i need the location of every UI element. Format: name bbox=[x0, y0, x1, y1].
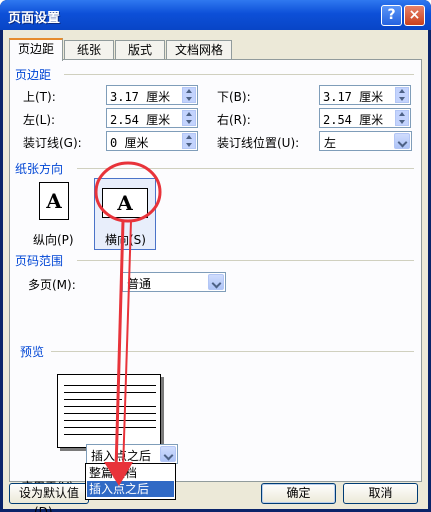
spinner-icon[interactable] bbox=[395, 87, 409, 103]
bottom-margin-input[interactable]: 3.17 厘米 bbox=[319, 85, 411, 105]
chevron-down-icon[interactable] bbox=[208, 274, 224, 290]
divider bbox=[77, 168, 414, 169]
tab-paper[interactable]: 纸张 bbox=[64, 40, 114, 60]
chevron-down-icon[interactable] bbox=[394, 133, 410, 149]
divider bbox=[77, 260, 414, 261]
preview-line bbox=[64, 385, 156, 386]
multi-page-select[interactable]: 普通 bbox=[122, 272, 226, 292]
left-margin-input[interactable]: 2.54 厘米 bbox=[106, 108, 198, 128]
landscape-page-icon: A bbox=[102, 188, 148, 218]
gutter-position-select[interactable]: 左 bbox=[319, 131, 412, 151]
apply-to-select[interactable]: 插入点之后 bbox=[86, 444, 178, 464]
right-margin-input[interactable]: 2.54 厘米 bbox=[319, 108, 411, 128]
landscape-option[interactable]: A 横向(S) bbox=[94, 178, 156, 250]
apply-option-after-insert[interactable]: 插入点之后 bbox=[87, 481, 174, 497]
page-preview bbox=[57, 374, 161, 448]
margins-section-title: 页边距 bbox=[15, 68, 52, 82]
preview-line bbox=[64, 434, 122, 435]
dialog-client: 页边距 纸张 版式 文档网格 页边距 上(T): 3.17 厘米 下(B): 3… bbox=[3, 30, 428, 512]
right-label: 右(R): bbox=[217, 113, 251, 127]
orientation-section-title: 纸张方向 bbox=[15, 162, 64, 176]
gutter-input[interactable]: 0 厘米 bbox=[106, 131, 198, 151]
right-margin-value: 2.54 厘米 bbox=[323, 113, 384, 127]
apply-to-value: 插入点之后 bbox=[91, 449, 152, 463]
gutter-value: 0 厘米 bbox=[110, 136, 149, 150]
divider bbox=[51, 351, 414, 352]
spinner-icon[interactable] bbox=[182, 87, 196, 103]
left-margin-value: 2.54 厘米 bbox=[110, 113, 171, 127]
apply-to-dropdown-list: 整篇文档 插入点之后 bbox=[85, 463, 176, 500]
portrait-page-icon: A bbox=[39, 182, 69, 220]
spinner-icon[interactable] bbox=[182, 110, 196, 126]
chevron-down-icon[interactable] bbox=[160, 446, 176, 462]
bottom-label: 下(B): bbox=[217, 90, 251, 104]
gutter-label: 装订线(G): bbox=[23, 136, 82, 150]
preview-line bbox=[64, 420, 156, 421]
divider bbox=[64, 74, 414, 75]
gutter-pos-label: 装订线位置(U): bbox=[217, 136, 300, 150]
top-margin-input[interactable]: 3.17 厘米 bbox=[106, 85, 198, 105]
cancel-button[interactable]: 取消 bbox=[343, 483, 418, 504]
preview-line bbox=[64, 399, 122, 400]
portrait-option[interactable]: A 纵向(P) bbox=[28, 178, 80, 250]
apply-option-whole-doc[interactable]: 整篇文档 bbox=[87, 465, 174, 481]
gutter-position-value: 左 bbox=[324, 136, 337, 150]
portrait-label: 纵向(P) bbox=[33, 233, 74, 247]
dialog-title: 页面设置 bbox=[8, 11, 61, 26]
tab-margins[interactable]: 页边距 bbox=[9, 38, 63, 61]
tab-layout[interactable]: 版式 bbox=[115, 40, 165, 60]
preview-section-title: 预览 bbox=[20, 345, 45, 359]
tab-doc-grid[interactable]: 文档网格 bbox=[166, 40, 232, 60]
multi-page-value: 普通 bbox=[127, 277, 152, 291]
page-setup-dialog: 页面设置 ? × 页边距 纸张 版式 文档网格 页边距 上(T): 3.17 厘… bbox=[0, 0, 431, 512]
help-button[interactable]: ? bbox=[381, 5, 402, 26]
bottom-margin-value: 3.17 厘米 bbox=[323, 90, 384, 104]
spinner-icon[interactable] bbox=[182, 133, 196, 149]
set-default-button[interactable]: 设为默认值(D)... bbox=[9, 483, 89, 512]
tab-panel: 页边距 上(T): 3.17 厘米 下(B): 3.17 厘米 左(L): 2.… bbox=[9, 59, 422, 494]
close-button[interactable]: × bbox=[404, 5, 425, 26]
preview-line bbox=[64, 413, 156, 414]
top-label: 上(T): bbox=[23, 90, 56, 104]
ok-button[interactable]: 确定 bbox=[261, 483, 336, 504]
preview-line bbox=[64, 392, 156, 393]
landscape-label: 横向(S) bbox=[105, 233, 146, 247]
pages-section-title: 页码范围 bbox=[15, 254, 64, 268]
preview-line bbox=[64, 427, 156, 428]
left-label: 左(L): bbox=[23, 113, 56, 127]
multi-page-label: 多页(M): bbox=[28, 278, 76, 292]
preview-line bbox=[64, 406, 156, 407]
top-margin-value: 3.17 厘米 bbox=[110, 90, 171, 104]
title-bar: 页面设置 ? × bbox=[0, 0, 431, 30]
spinner-icon[interactable] bbox=[395, 110, 409, 126]
